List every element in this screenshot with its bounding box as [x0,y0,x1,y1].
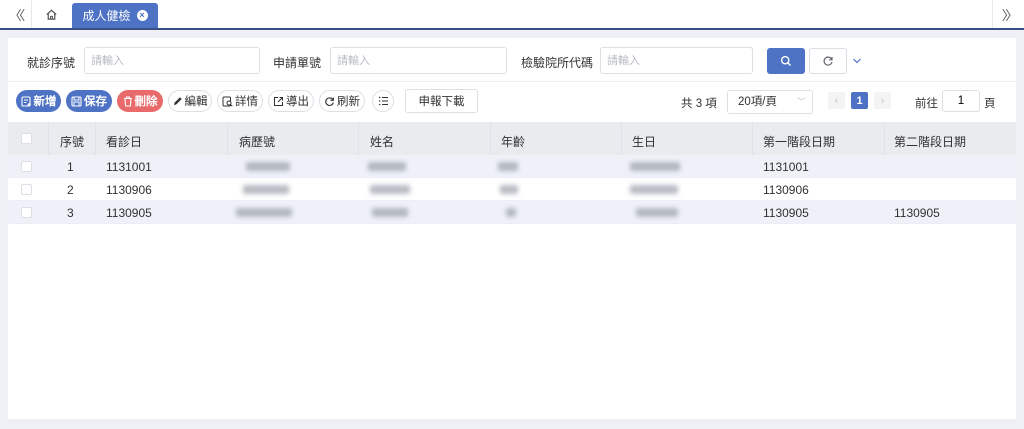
redacted-age [500,185,518,194]
tab-label: 成人健檢 [82,9,131,23]
page-size-select[interactable]: 20項/頁 ﹀ [727,90,813,114]
next-page-button[interactable]: › [874,92,891,109]
current-page[interactable]: 1 [851,92,868,109]
page-size-value: 20項/頁 [738,96,777,108]
cell-stage1-date: 1130905 [763,206,809,220]
detail-button[interactable]: 詳情 [217,90,263,112]
save-icon [71,95,82,107]
lab-code-input[interactable] [600,47,753,74]
redacted-age [498,162,518,171]
prev-page-button[interactable]: ‹ [828,92,845,109]
visit-seq-input[interactable] [84,47,260,74]
detail-icon [222,96,233,107]
add-label: 新增 [33,96,57,108]
refresh-label: 刷新 [337,96,360,108]
column-settings-button[interactable] [372,90,394,112]
records-table: 序號 看診日 病歷號 姓名 年齡 生日 第一階段日期 第二階段日期 1 1131… [8,122,1016,224]
col-chart-no[interactable]: 病歷號 [239,133,275,150]
row-checkbox[interactable] [21,161,32,172]
redacted-chart-no [246,162,290,171]
col-stage1-date[interactable]: 第一階段日期 [763,133,835,150]
row-checkbox[interactable] [21,207,32,218]
lab-code-label: 檢驗院所代碼 [521,56,594,70]
reset-button[interactable] [809,48,847,74]
application-no-input[interactable] [330,47,507,74]
detail-label: 詳情 [235,96,258,108]
goto-unit: 頁 [984,98,996,110]
redacted-name [368,162,406,171]
refresh-button[interactable]: 刷新 [319,90,365,112]
tab-bar: 〈〈 成人健檢 × 〉〉 [0,0,1024,30]
col-age[interactable]: 年齡 [501,133,525,150]
goto-label: 前往 [915,98,938,110]
select-all-checkbox[interactable] [21,133,32,144]
cell-visit-date: 1130906 [106,183,152,197]
trash-icon [123,95,132,107]
col-stage2-date[interactable]: 第二階段日期 [894,133,966,150]
edit-button[interactable]: 編輯 [168,90,212,112]
toolbar: 新增 保存 刪除 編輯 詳情 導出 刷新 申報下載 共 3 項 20項/頁 ﹀ … [8,86,1016,118]
report-download-label: 申報下載 [418,96,465,108]
redacted-birthday [630,185,678,194]
total-count: 共 3 項 [681,98,717,110]
save-label: 保存 [84,96,107,108]
search-form: 就診序號 申請單號 檢驗院所代碼 [8,38,1016,82]
delete-button[interactable]: 刪除 [117,90,163,112]
export-icon [274,96,283,106]
cell-stage1-date: 1131001 [763,160,809,174]
redacted-name [370,185,410,194]
search-icon [780,55,791,66]
row-checkbox[interactable] [21,184,32,195]
search-button[interactable] [767,48,805,74]
col-birthday[interactable]: 生日 [632,133,656,150]
redacted-birthday [636,208,678,217]
export-label: 導出 [286,96,309,108]
main-panel: 就診序號 申請單號 檢驗院所代碼 新增 保存 刪除 編輯 [8,38,1016,419]
redacted-birthday [630,162,680,171]
report-download-button[interactable]: 申報下載 [405,89,478,113]
scroll-left-icon[interactable]: 〈〈 [0,0,32,28]
redacted-chart-no [236,208,292,217]
redacted-name [372,208,408,217]
goto-page-input[interactable] [942,90,980,112]
cell-seq: 3 [67,206,74,220]
table-row[interactable]: 1 1131001 1131001 [8,155,1016,178]
pencil-icon [173,97,182,105]
list-settings-icon [378,96,388,106]
redacted-age [506,208,516,217]
cell-visit-date: 1130905 [106,206,152,220]
close-tab-icon[interactable]: × [136,10,148,21]
col-seq[interactable]: 序號 [60,133,84,150]
cell-seq: 1 [67,160,74,174]
delete-label: 刪除 [134,96,158,108]
application-no-label: 申請單號 [273,56,322,70]
chevron-down-icon[interactable] [850,52,864,70]
chevron-down-icon: ﹀ [796,97,806,107]
export-button[interactable]: 導出 [268,90,314,112]
col-name[interactable]: 姓名 [370,133,394,150]
refresh-icon [823,56,833,66]
add-icon [20,95,31,107]
cell-seq: 2 [67,183,74,197]
tab-adult-health-check[interactable]: 成人健檢 × [72,3,158,28]
visit-seq-label: 就診序號 [27,56,76,70]
table-row[interactable]: 2 1130906 1130906 [8,178,1016,201]
cell-stage2-date: 1130905 [894,206,940,220]
add-button[interactable]: 新增 [16,90,61,112]
save-button[interactable]: 保存 [66,90,112,112]
table-row[interactable]: 3 1130905 1130905 1130905 [8,201,1016,224]
cell-stage1-date: 1130906 [763,183,809,197]
redacted-chart-no [243,185,289,194]
cell-visit-date: 1131001 [106,160,152,174]
refresh-icon [325,96,334,106]
table-header: 序號 看診日 病歷號 姓名 年齡 生日 第一階段日期 第二階段日期 [8,122,1016,155]
home-icon[interactable] [32,0,70,28]
edit-label: 編輯 [184,96,208,108]
scroll-right-icon[interactable]: 〉〉 [992,0,1024,28]
col-visit-date[interactable]: 看診日 [106,133,142,150]
